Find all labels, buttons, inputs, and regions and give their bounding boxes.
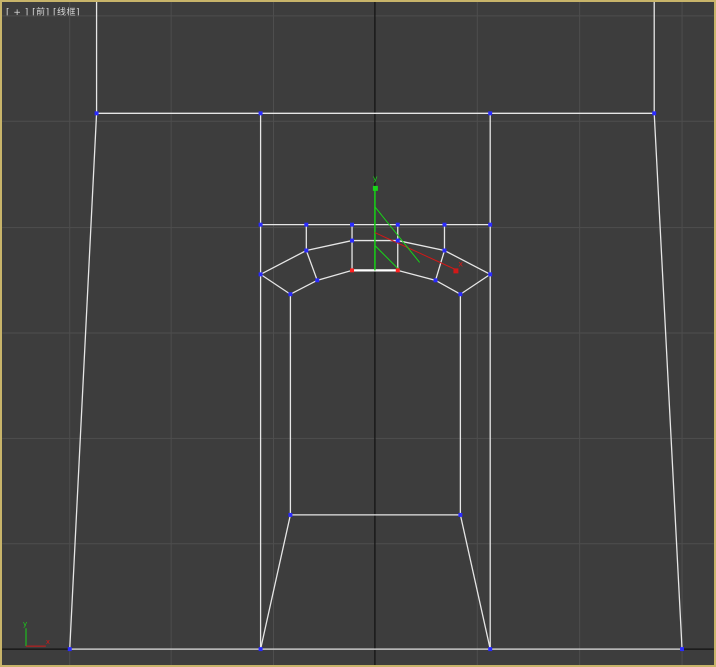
vertex [350, 238, 355, 243]
vertex [488, 647, 493, 652]
tripod-x-label: x [46, 638, 50, 646]
vertex [258, 111, 263, 116]
vertex [258, 222, 263, 227]
vertex [258, 272, 263, 277]
vertex [288, 292, 293, 297]
vertex-selected [350, 268, 355, 273]
vertex [258, 647, 263, 652]
move-gizmo-icon[interactable]: y x [372, 174, 463, 274]
vertex [652, 111, 657, 116]
vertex [94, 111, 99, 116]
vertex [680, 647, 685, 652]
vertex [67, 647, 72, 652]
vertex [304, 248, 309, 253]
gizmo-y-handle [372, 185, 378, 191]
mesh-edge [459, 514, 491, 650]
vertex [488, 111, 493, 116]
mesh-edge [305, 250, 318, 281]
vertex [458, 292, 463, 297]
mesh-edge [460, 273, 491, 295]
vertex [433, 278, 438, 283]
gizmo-y-label: y [373, 174, 378, 183]
vertex [442, 222, 447, 227]
mesh-edge [259, 514, 292, 650]
vertex [350, 222, 355, 227]
mesh-edge [653, 2, 683, 650]
viewport-canvas[interactable]: y x y x [2, 2, 714, 665]
wireframe-mesh[interactable] [69, 2, 683, 650]
vertex-selected [395, 268, 400, 273]
front-viewport[interactable]: [ + ] [前] [线框] y x y x [0, 0, 716, 667]
vertex [458, 512, 463, 517]
gizmo-x-label: x [458, 259, 463, 268]
vertex [288, 512, 293, 517]
gizmo-plane-xy [374, 245, 401, 271]
tripod-y-label: y [23, 620, 27, 628]
vertices[interactable] [67, 111, 685, 652]
vertex [315, 278, 320, 283]
mesh-edge [260, 273, 291, 295]
vertex [488, 272, 493, 277]
vertex [395, 238, 400, 243]
world-axis-tripod-icon: y x [23, 620, 50, 647]
mesh-edge [434, 250, 446, 281]
vertex [442, 248, 447, 253]
mesh-edge [69, 2, 98, 650]
grid [2, 2, 714, 665]
gizmo-x-handle [453, 268, 459, 274]
vertex [395, 222, 400, 227]
vertex [304, 222, 309, 227]
vertex [488, 222, 493, 227]
